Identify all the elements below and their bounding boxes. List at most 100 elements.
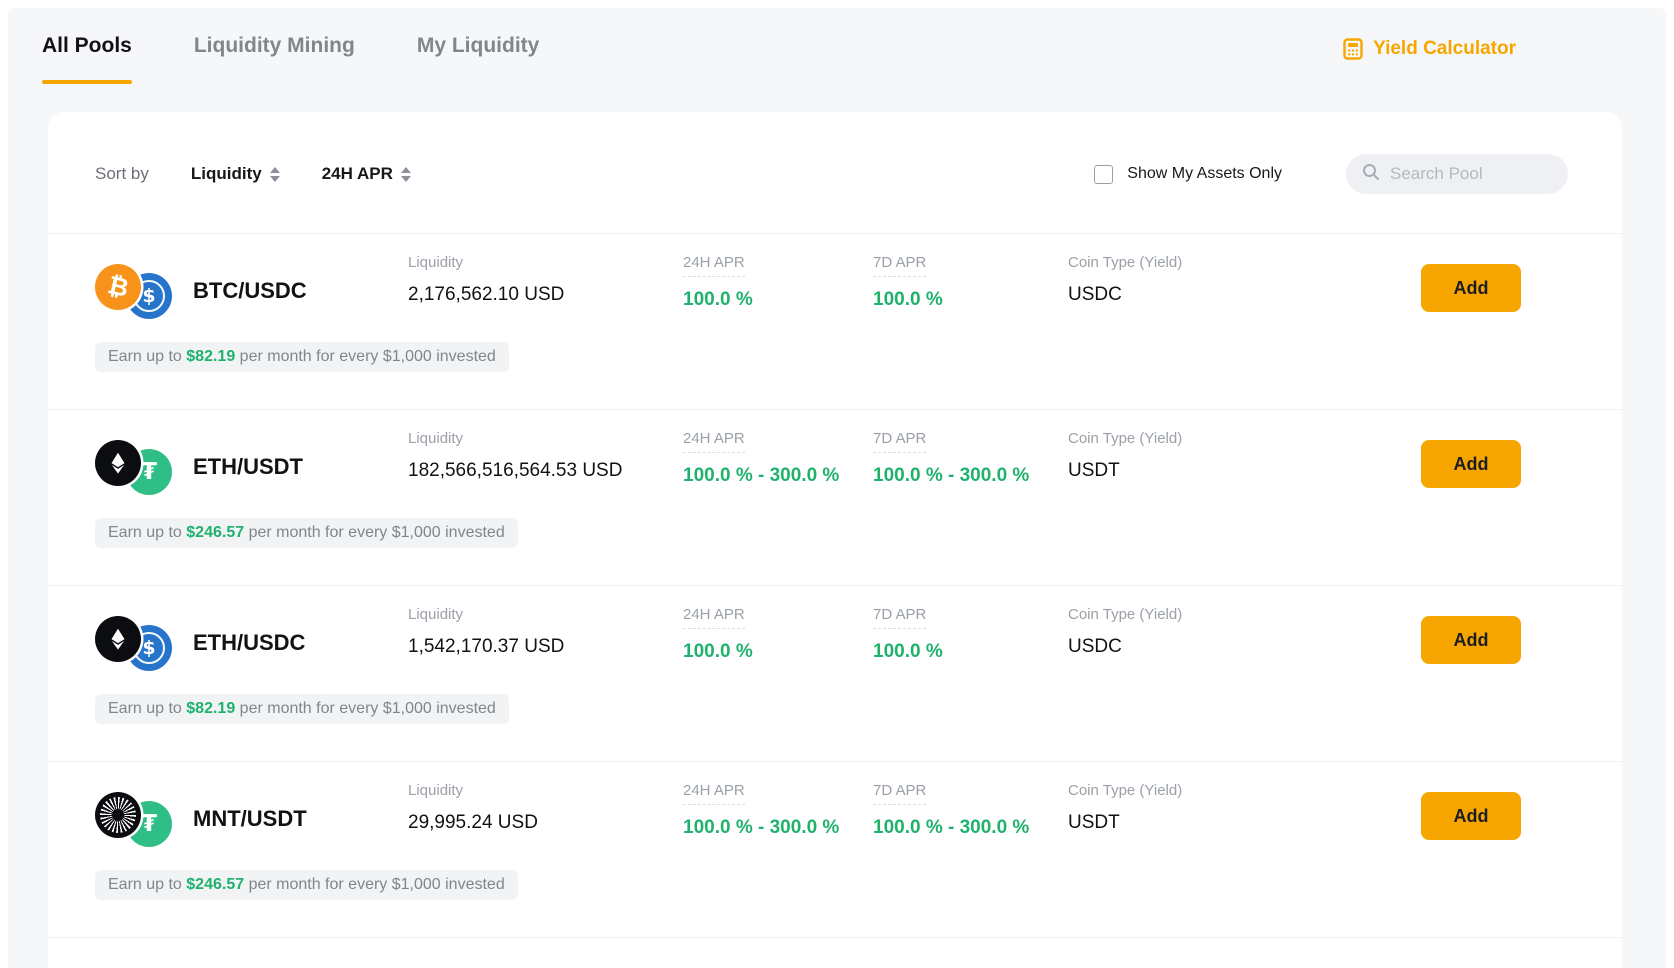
show-my-assets-label: Show My Assets Only	[1127, 165, 1282, 183]
apr-7d-label[interactable]: 7D APR	[873, 606, 926, 629]
liquidity-value: 1,542,170.37 USD	[408, 636, 683, 658]
eth-icon	[95, 616, 141, 662]
liquidity-value: 182,566,516,564.53 USD	[408, 460, 683, 482]
apr-24h-cell: 24H APR 100.0 % - 300.0 %	[683, 430, 873, 487]
earn-suffix: per month for every $1,000 invested	[235, 700, 496, 718]
coin-type-label: Coin Type (Yield)	[1068, 430, 1182, 447]
earn-prefix: Earn up to	[108, 524, 186, 542]
row-divider	[48, 937, 1622, 938]
apr-24h-cell: 24H APR 100.0 %	[683, 254, 873, 311]
apr-7d-cell: 7D APR 100.0 % - 300.0 %	[873, 430, 1068, 487]
apr-7d-value: 100.0 % - 300.0 %	[873, 465, 1068, 487]
earn-badge: Earn up to $82.19 per month for every $1…	[95, 342, 509, 372]
coin-type-label: Coin Type (Yield)	[1068, 606, 1182, 623]
pool-row-mnt-usdt: ₮ MNT/USDT Liquidity 29,995.24 USD 24H A…	[48, 761, 1622, 937]
earn-prefix: Earn up to	[108, 876, 186, 894]
earn-suffix: per month for every $1,000 invested	[235, 348, 496, 366]
apr-24h-value: 100.0 % - 300.0 %	[683, 465, 873, 487]
apr-24h-value: 100.0 %	[683, 641, 873, 663]
coin-type-cell: Coin Type (Yield) USDC	[1068, 254, 1421, 306]
apr-24h-cell: 24H APR 100.0 % - 300.0 %	[683, 782, 873, 839]
liquidity-cell: Liquidity 29,995.24 USD	[408, 782, 683, 834]
tab-all-pools[interactable]: All Pools	[42, 34, 132, 84]
coin-type-value: USDC	[1068, 284, 1421, 306]
apr-24h-cell: 24H APR 100.0 %	[683, 606, 873, 663]
btc-icon: ₿	[95, 264, 141, 310]
tab-my-liquidity[interactable]: My Liquidity	[417, 34, 540, 84]
liquidity-cell: Liquidity 1,542,170.37 USD	[408, 606, 683, 658]
search-pool-input[interactable]	[1390, 164, 1540, 184]
liquidity-value: 2,176,562.10 USD	[408, 284, 683, 306]
earn-amount: $82.19	[186, 348, 235, 366]
coin-type-value: USDT	[1068, 460, 1421, 482]
sort-by-label: Sort by	[95, 164, 149, 184]
liquidity-cell: Liquidity 2,176,562.10 USD	[408, 254, 683, 306]
apr-7d-label[interactable]: 7D APR	[873, 254, 926, 277]
earn-amount: $82.19	[186, 700, 235, 718]
add-liquidity-button[interactable]: Add	[1421, 792, 1521, 840]
apr-7d-cell: 7D APR 100.0 % - 300.0 %	[873, 782, 1068, 839]
apr-24h-label[interactable]: 24H APR	[683, 606, 745, 629]
earn-badge: Earn up to $82.19 per month for every $1…	[95, 694, 509, 724]
earn-prefix: Earn up to	[108, 348, 186, 366]
earn-amount: $246.57	[186, 524, 244, 542]
apr-24h-label[interactable]: 24H APR	[683, 254, 745, 277]
apr-24h-label[interactable]: 24H APR	[683, 782, 745, 805]
show-my-assets-toggle[interactable]: Show My Assets Only	[1094, 165, 1282, 184]
add-liquidity-button[interactable]: Add	[1421, 264, 1521, 312]
sort-field-24h-apr-label: 24H APR	[322, 164, 393, 184]
earn-prefix: Earn up to	[108, 700, 186, 718]
liquidity-label: Liquidity	[408, 606, 463, 623]
sort-field-24h-apr[interactable]: 24H APR	[322, 164, 411, 184]
liquidity-label: Liquidity	[408, 430, 463, 447]
liquidity-label: Liquidity	[408, 254, 463, 271]
pair-name: ETH/USDC	[193, 630, 305, 656]
liquidity-cell: Liquidity 182,566,516,564.53 USD	[408, 430, 683, 482]
earn-badge: Earn up to $246.57 per month for every $…	[95, 518, 518, 548]
pair-icons: ₮	[95, 438, 179, 496]
yield-calculator-link[interactable]: Yield Calculator	[1342, 38, 1516, 60]
pair-cell: ₮ ETH/USDT	[95, 430, 408, 496]
apr-7d-cell: 7D APR 100.0 %	[873, 254, 1068, 311]
sort-field-liquidity[interactable]: Liquidity	[191, 164, 280, 184]
sort-arrows-icon	[270, 167, 280, 182]
pair-cell: ₮ MNT/USDT	[95, 782, 408, 848]
calculator-icon	[1342, 38, 1364, 60]
earn-badge: Earn up to $246.57 per month for every $…	[95, 870, 518, 900]
eth-icon	[95, 440, 141, 486]
earn-suffix: per month for every $1,000 invested	[244, 876, 505, 894]
pools-toolbar: Sort by Liquidity 24H APR Show My Assets…	[95, 152, 1568, 196]
tab-liquidity-mining[interactable]: Liquidity Mining	[194, 34, 355, 84]
liquidity-value: 29,995.24 USD	[408, 812, 683, 834]
coin-type-value: USDC	[1068, 636, 1421, 658]
pair-name: ETH/USDT	[193, 454, 303, 480]
apr-7d-label[interactable]: 7D APR	[873, 782, 926, 805]
mnt-icon	[95, 792, 141, 838]
apr-7d-label[interactable]: 7D APR	[873, 430, 926, 453]
earn-amount: $246.57	[186, 876, 244, 894]
yield-calculator-label: Yield Calculator	[1373, 38, 1516, 60]
sort-field-liquidity-label: Liquidity	[191, 164, 262, 184]
pair-icons: $	[95, 614, 179, 672]
earn-suffix: per month for every $1,000 invested	[244, 524, 505, 542]
apr-24h-value: 100.0 % - 300.0 %	[683, 817, 873, 839]
show-my-assets-checkbox[interactable]	[1094, 165, 1113, 184]
pool-row-btc-usdc: ₿ $ BTC/USDC Liquidity 2,176,562.10 USD …	[48, 233, 1622, 409]
apr-24h-label[interactable]: 24H APR	[683, 430, 745, 453]
toolbar-right: Show My Assets Only	[1094, 154, 1568, 194]
apr-24h-value: 100.0 %	[683, 289, 873, 311]
coin-type-label: Coin Type (Yield)	[1068, 254, 1182, 271]
add-liquidity-button[interactable]: Add	[1421, 440, 1521, 488]
pair-cell: ₿ $ BTC/USDC	[95, 254, 408, 320]
search-pool-box[interactable]	[1346, 154, 1568, 194]
search-icon	[1362, 163, 1380, 186]
apr-7d-value: 100.0 %	[873, 289, 1068, 311]
add-liquidity-button[interactable]: Add	[1421, 616, 1521, 664]
apr-7d-value: 100.0 % - 300.0 %	[873, 817, 1068, 839]
apr-7d-value: 100.0 %	[873, 641, 1068, 663]
pair-cell: $ ETH/USDC	[95, 606, 408, 672]
tab-bar: All Pools Liquidity Mining My Liquidity	[42, 34, 539, 84]
pool-row-eth-usdc: $ ETH/USDC Liquidity 1,542,170.37 USD 24…	[48, 585, 1622, 761]
coin-type-label: Coin Type (Yield)	[1068, 782, 1182, 799]
apr-7d-cell: 7D APR 100.0 %	[873, 606, 1068, 663]
